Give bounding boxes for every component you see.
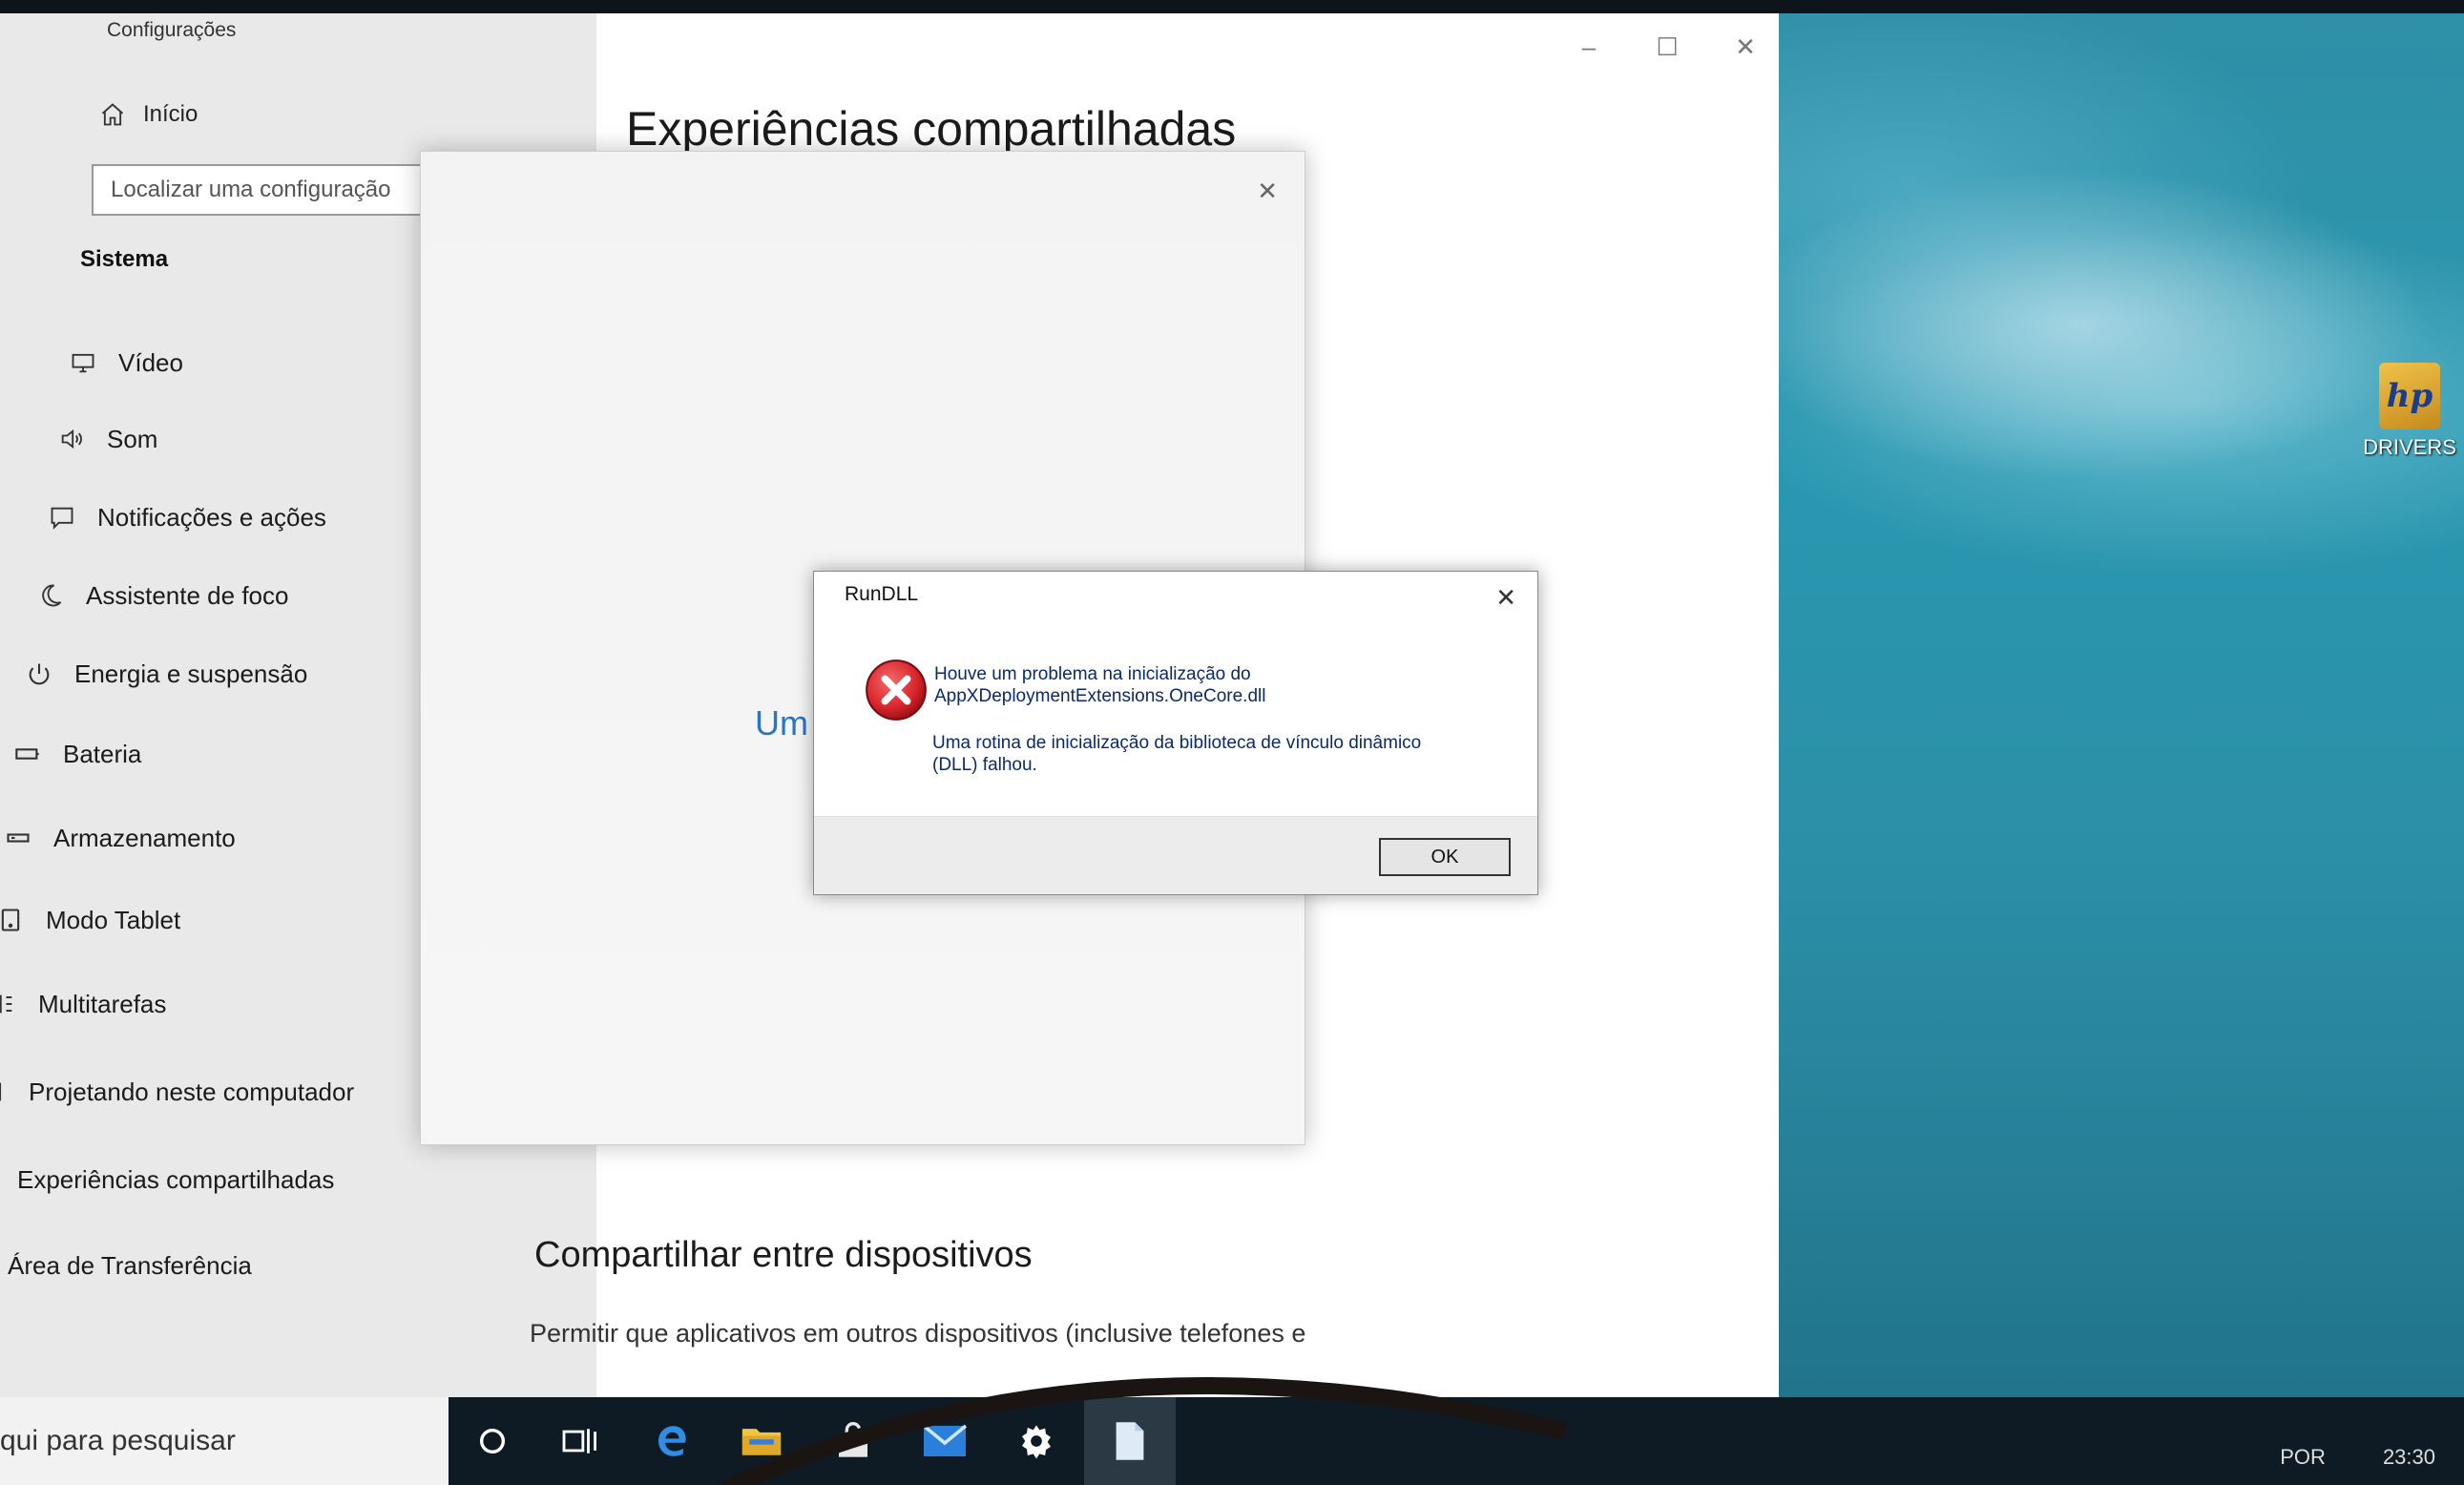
home-label: Início: [143, 101, 198, 127]
error-detail-line: (DLL) falhou.: [932, 755, 1037, 775]
project-icon: [0, 1077, 8, 1106]
sidebar-item-label: Armazenamento: [53, 823, 236, 852]
sidebar-item-notifications[interactable]: Notificações e ações: [48, 498, 326, 536]
sidebar-item-label: Bateria: [63, 739, 142, 768]
error-detail-line: Uma rotina de inicialização da bibliotec…: [932, 733, 1422, 753]
sidebar-item-label: Assistente de foco: [86, 580, 289, 610]
multitask-icon: [0, 990, 17, 1018]
drivers-desktop-shortcut[interactable]: hp DRIVERS: [2357, 363, 2462, 477]
storage-icon: [4, 824, 32, 852]
task-view-icon[interactable]: [555, 1416, 605, 1466]
sidebar-item-clipboard[interactable]: Área de Transferência: [0, 1246, 252, 1285]
hp-drivers-icon: hp: [2379, 363, 2440, 429]
taskbar-search-box[interactable]: qui para pesquisar: [0, 1397, 449, 1485]
error-heading-line: Houve um problema na inicialização do: [934, 664, 1251, 684]
language-indicator[interactable]: POR: [2280, 1445, 2326, 1470]
taskbar: qui para pesquisar POR 23:30: [0, 1397, 2464, 1485]
sidebar-item-shared-experiences[interactable]: Experiências compartilhadas: [0, 1161, 334, 1199]
power-icon: [25, 659, 53, 688]
screen-top-edge: [0, 0, 2464, 13]
file-explorer-icon[interactable]: [737, 1416, 786, 1466]
blank-dialog-close-button[interactable]: ✕: [1257, 177, 1278, 206]
sidebar-item-video[interactable]: Vídeo: [69, 344, 183, 382]
notification-icon: [48, 503, 76, 532]
dialog-close-button[interactable]: ✕: [1495, 583, 1516, 613]
home-icon: [101, 103, 124, 126]
page-title: Experiências compartilhadas: [626, 102, 1237, 156]
error-detail: Uma rotina de inicialização da bibliotec…: [932, 732, 1505, 776]
cortana-icon[interactable]: [468, 1416, 517, 1466]
share-section-description: Permitir que aplicativos em outros dispo…: [530, 1319, 1306, 1348]
error-icon: [866, 659, 927, 721]
error-heading-line: AppXDeploymentExtensions.OneCore.dll: [934, 686, 1266, 706]
search-placeholder: Localizar uma configuração: [111, 177, 391, 202]
sidebar-item-multitasking[interactable]: Multitarefas: [0, 985, 166, 1023]
sidebar-item-focus-assist[interactable]: Assistente de foco: [36, 576, 288, 615]
edge-icon[interactable]: [647, 1416, 697, 1466]
settings-icon[interactable]: [1012, 1416, 1061, 1466]
battery-icon: [13, 740, 42, 768]
close-button[interactable]: ✕: [1731, 32, 1760, 62]
sidebar-item-projecting[interactable]: Projetando neste computador: [0, 1073, 354, 1111]
sidebar-item-label: Som: [107, 424, 158, 453]
dialog-footer: OK: [814, 816, 1537, 894]
sidebar-item-label: Multitarefas: [38, 989, 167, 1018]
store-icon[interactable]: [828, 1416, 878, 1466]
sidebar-item-tablet-mode[interactable]: Modo Tablet: [0, 901, 180, 939]
sidebar-item-battery[interactable]: Bateria: [13, 735, 141, 773]
mail-icon[interactable]: [920, 1416, 970, 1466]
clock[interactable]: 23:30: [2383, 1445, 2435, 1470]
sidebar-item-storage[interactable]: Armazenamento: [4, 819, 236, 857]
taskbar-tray[interactable]: POR 23:30: [2280, 1445, 2435, 1470]
rundll-error-dialog: RunDLL ✕ Houve um problema na inicializa…: [813, 571, 1538, 895]
sidebar-item-sound[interactable]: Som: [57, 420, 157, 458]
moon-icon: [36, 581, 65, 610]
sidebar-item-label: Modo Tablet: [46, 905, 181, 934]
document-icon[interactable]: [1105, 1416, 1155, 1466]
share-section-heading: Compartilhar entre dispositivos: [534, 1235, 1033, 1275]
window-controls: – ☐ ✕: [1575, 32, 1760, 62]
ok-button[interactable]: OK: [1379, 838, 1511, 876]
sidebar-item-label: Área de Transferência: [8, 1250, 252, 1280]
home-link[interactable]: Início: [99, 101, 198, 128]
maximize-button[interactable]: ☐: [1653, 32, 1681, 62]
window-title: Configurações: [107, 19, 237, 41]
sidebar-item-label: Energia e suspensão: [74, 659, 308, 688]
sidebar-item-power[interactable]: Energia e suspensão: [25, 655, 307, 693]
speaker-icon: [57, 425, 86, 453]
monitor-icon: [69, 348, 97, 377]
error-heading: Houve um problema na inicialização do Ap…: [934, 663, 1507, 707]
taskbar-search-text: qui para pesquisar: [0, 1425, 236, 1456]
drivers-label: DRIVERS: [2363, 435, 2456, 459]
sidebar-item-label: Vídeo: [118, 347, 183, 377]
sidebar-item-label: Notificações e ações: [97, 502, 326, 532]
dialog-title: RunDLL: [845, 583, 919, 605]
sidebar-item-label: Projetando neste computador: [29, 1077, 355, 1106]
tablet-icon: [0, 906, 25, 934]
sidebar-item-label: Experiências compartilhadas: [17, 1164, 335, 1194]
minimize-button[interactable]: –: [1575, 32, 1603, 62]
section-title: Sistema: [80, 246, 169, 272]
